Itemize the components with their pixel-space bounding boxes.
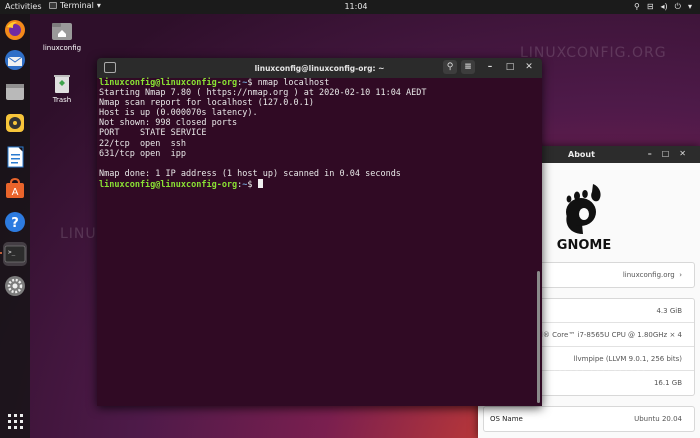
thunderbird-icon[interactable] — [3, 48, 27, 72]
terminal-line: Host is up (0.000070s latency). — [99, 108, 258, 119]
desktop-trash[interactable]: Trash — [36, 72, 88, 104]
terminal-app-icon — [49, 2, 57, 9]
show-applications-icon[interactable] — [3, 409, 27, 433]
disk-value: 16.1 GB — [653, 379, 682, 387]
terminal-line: Nmap scan report for localhost (127.0.0.… — [99, 98, 314, 109]
os-name-label: OS Name — [490, 415, 523, 423]
app-menu-label: Terminal — [60, 1, 94, 10]
chevron-right-icon: › — [679, 271, 682, 279]
help-icon[interactable]: ? — [3, 210, 27, 234]
terminal-line: linuxconfig@linuxconfig-org:~$ — [99, 178, 263, 190]
files-icon[interactable] — [3, 80, 27, 104]
firefox-icon[interactable] — [3, 18, 27, 42]
home-folder-label: linuxconfig — [42, 44, 82, 52]
rhythmbox-icon[interactable] — [3, 111, 27, 135]
libreoffice-writer-icon[interactable] — [3, 145, 27, 169]
prompt-cwd: ~ — [242, 179, 248, 190]
command-text: nmap localhost — [257, 78, 330, 88]
chevron-down-icon[interactable]: ▾ — [688, 2, 692, 12]
search-icon[interactable]: ⚲ — [443, 60, 457, 74]
trash-label: Trash — [52, 96, 72, 104]
prompt-cwd: ~ — [242, 78, 248, 88]
home-folder-icon — [51, 20, 73, 42]
power-icon[interactable]: ⏻ — [675, 2, 681, 12]
terminal-line: Not shown: 998 closed ports — [99, 118, 238, 129]
clock[interactable]: 11:04 — [336, 2, 376, 11]
os-name-row: OS Name Ubuntu 20.04 — [484, 407, 694, 431]
top-bar: Activities Terminal ▾ 11:04 ⚲ ⊟ ◂) ⏻ ▾ — [0, 0, 700, 14]
trash-icon — [51, 72, 73, 94]
svg-text:A: A — [12, 187, 19, 198]
terminal-cursor — [257, 178, 263, 188]
terminal-titlebar[interactable]: linuxconfig@linuxconfig-org: ~ ⚲ ≡ – □ ✕ — [97, 58, 542, 78]
svg-text:>_: >_ — [8, 249, 16, 256]
terminal-title: linuxconfig@linuxconfig-org: ~ — [254, 64, 385, 73]
svg-text:?: ? — [11, 216, 19, 231]
terminal-window[interactable]: linuxconfig@linuxconfig-org: ~ ⚲ ≡ – □ ✕… — [97, 58, 542, 406]
minimize-icon[interactable]: – — [648, 149, 652, 158]
os-info-box: OS Name Ubuntu 20.04 — [483, 406, 695, 432]
terminal-icon[interactable]: >_ — [0, 242, 27, 266]
terminal-line: Nmap done: 1 IP address (1 host up) scan… — [99, 168, 401, 179]
os-name-value: Ubuntu 20.04 — [634, 415, 682, 423]
app-menu[interactable]: Terminal ▾ — [49, 1, 101, 10]
terminal-line: linuxconfig@linuxconfig-org:~$ nmap loca… — [99, 78, 330, 88]
terminal-line: 631/tcp open ipp — [99, 148, 186, 159]
hamburger-menu-icon[interactable]: ≡ — [461, 60, 475, 74]
processor-value: el® Core™ i7-8565U CPU @ 1.80GHz × 4 — [536, 331, 682, 339]
volume-icon[interactable]: ◂) — [661, 2, 668, 12]
close-icon[interactable]: ✕ — [522, 60, 536, 74]
device-name-value: linuxconfig.org — [622, 271, 675, 279]
minimize-icon[interactable]: – — [483, 60, 497, 74]
dock: A ? >_ — [0, 14, 30, 438]
network-icon[interactable]: ⊟ — [647, 2, 654, 12]
accessibility-icon[interactable]: ⚲ — [634, 2, 640, 12]
prompt-user-host: linuxconfig@linuxconfig-org — [99, 78, 238, 88]
prompt-user-host: linuxconfig@linuxconfig-org — [99, 179, 238, 190]
gnome-logo: GNOME — [554, 176, 614, 253]
memory-value: 4.3 GiB — [656, 307, 682, 315]
settings-icon[interactable] — [3, 274, 27, 298]
terminal-line: Starting Nmap 7.80 ( https://nmap.org ) … — [99, 88, 427, 99]
terminal-line: PORT STATE SERVICE — [99, 128, 207, 139]
chevron-down-icon: ▾ — [96, 1, 101, 10]
software-icon[interactable]: A — [3, 177, 27, 201]
terminal-output[interactable]: linuxconfig@linuxconfig-org:~$ nmap loca… — [99, 78, 534, 406]
desktop-home-folder[interactable]: linuxconfig — [36, 20, 88, 52]
activities-button[interactable]: Activities — [5, 2, 42, 11]
system-tray[interactable]: ⚲ ⊟ ◂) ⏻ ▾ — [634, 2, 692, 12]
terminal-line: 22/tcp open ssh — [99, 138, 186, 149]
maximize-icon[interactable]: □ — [662, 149, 670, 158]
gnome-logo-text: GNOME — [556, 238, 612, 253]
maximize-icon[interactable]: □ — [503, 60, 517, 74]
close-icon[interactable]: ✕ — [679, 149, 686, 158]
terminal-scrollbar[interactable] — [537, 271, 540, 403]
about-title: About — [568, 150, 595, 159]
